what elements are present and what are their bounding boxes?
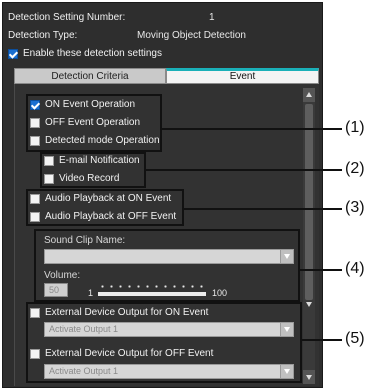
scroll-marker-icon xyxy=(306,302,312,307)
callout-box-1 xyxy=(26,94,162,152)
callout-label-5: (5) xyxy=(345,330,365,347)
callout-box-5 xyxy=(26,302,302,383)
callout-line-2 xyxy=(146,169,342,171)
tab-detection-criteria[interactable]: Detection Criteria xyxy=(14,68,166,84)
detection-type-value: Moving Object Detection xyxy=(137,30,246,41)
callout-label-4: (4) xyxy=(345,260,365,277)
callout-box-4 xyxy=(34,229,300,302)
callout-label-2: (2) xyxy=(345,160,365,177)
callout-line-5 xyxy=(302,339,342,341)
callout-label-3: (3) xyxy=(345,199,365,216)
tab-bar: Detection Criteria Event xyxy=(14,68,319,84)
enable-settings-checkbox[interactable]: Enable these detection settings xyxy=(8,48,162,59)
scroll-up-icon[interactable] xyxy=(303,88,315,102)
callout-box-3 xyxy=(26,189,184,226)
tab-event[interactable]: Event xyxy=(166,68,319,84)
callout-label-1: (1) xyxy=(345,119,365,136)
checkbox-icon xyxy=(8,48,18,59)
enable-settings-label: Enable these detection settings xyxy=(23,48,162,59)
callout-line-3 xyxy=(184,208,342,210)
callout-line-4 xyxy=(300,269,342,271)
setting-number-value: 1 xyxy=(209,12,215,23)
detection-type-label: Detection Type: xyxy=(8,30,78,41)
scroll-down-icon[interactable] xyxy=(303,370,315,384)
setting-number-label: Detection Setting Number: xyxy=(8,12,126,23)
callout-box-2 xyxy=(40,152,146,188)
callout-line-1 xyxy=(162,128,342,130)
